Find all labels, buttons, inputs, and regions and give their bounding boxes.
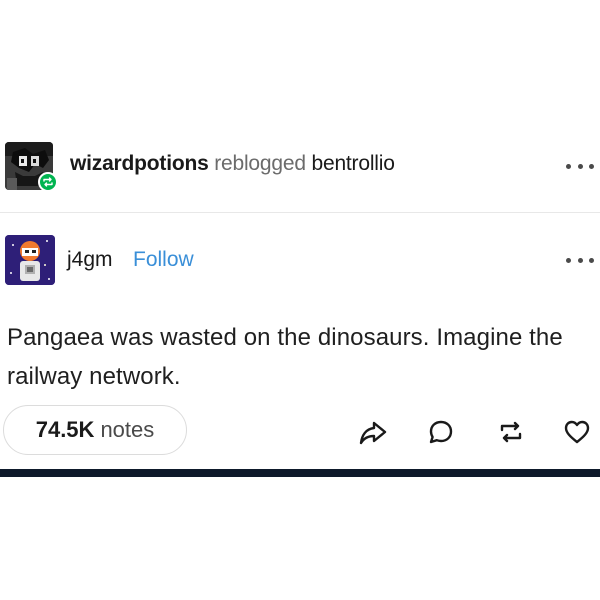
post-text: Pangaea was wasted on the dinosaurs. Ima… bbox=[7, 324, 563, 390]
divider bbox=[0, 212, 600, 213]
notes-count: 74.5K bbox=[35, 417, 95, 442]
heart-icon[interactable] bbox=[560, 415, 594, 449]
reply-icon[interactable] bbox=[424, 415, 458, 449]
reblog-icon[interactable] bbox=[494, 415, 528, 449]
more-options-icon[interactable] bbox=[566, 160, 594, 172]
bottom-bar bbox=[0, 469, 600, 477]
original-poster-username[interactable]: bentrollio bbox=[311, 152, 394, 175]
notes-label: notes bbox=[100, 417, 155, 442]
reblog-attribution: wizardpotions reblogged bentrollio bbox=[70, 152, 395, 176]
post-author-username[interactable]: j4gm bbox=[67, 248, 113, 272]
post-more-options-icon[interactable] bbox=[566, 254, 594, 266]
follow-button[interactable]: Follow bbox=[133, 248, 194, 272]
share-icon[interactable] bbox=[356, 415, 390, 449]
post-card: wizardpotions reblogged bentrollio j4gm … bbox=[0, 0, 600, 600]
reblog-header: wizardpotions reblogged bentrollio bbox=[0, 138, 600, 194]
post-author-row: j4gm Follow bbox=[0, 232, 600, 288]
author-avatar[interactable] bbox=[5, 235, 55, 285]
reblogger-username[interactable]: wizardpotions bbox=[70, 152, 209, 175]
reblog-verb: reblogged bbox=[214, 152, 306, 175]
reblog-badge-icon bbox=[38, 172, 58, 192]
notes-button[interactable]: 74.5K notes bbox=[3, 405, 187, 455]
